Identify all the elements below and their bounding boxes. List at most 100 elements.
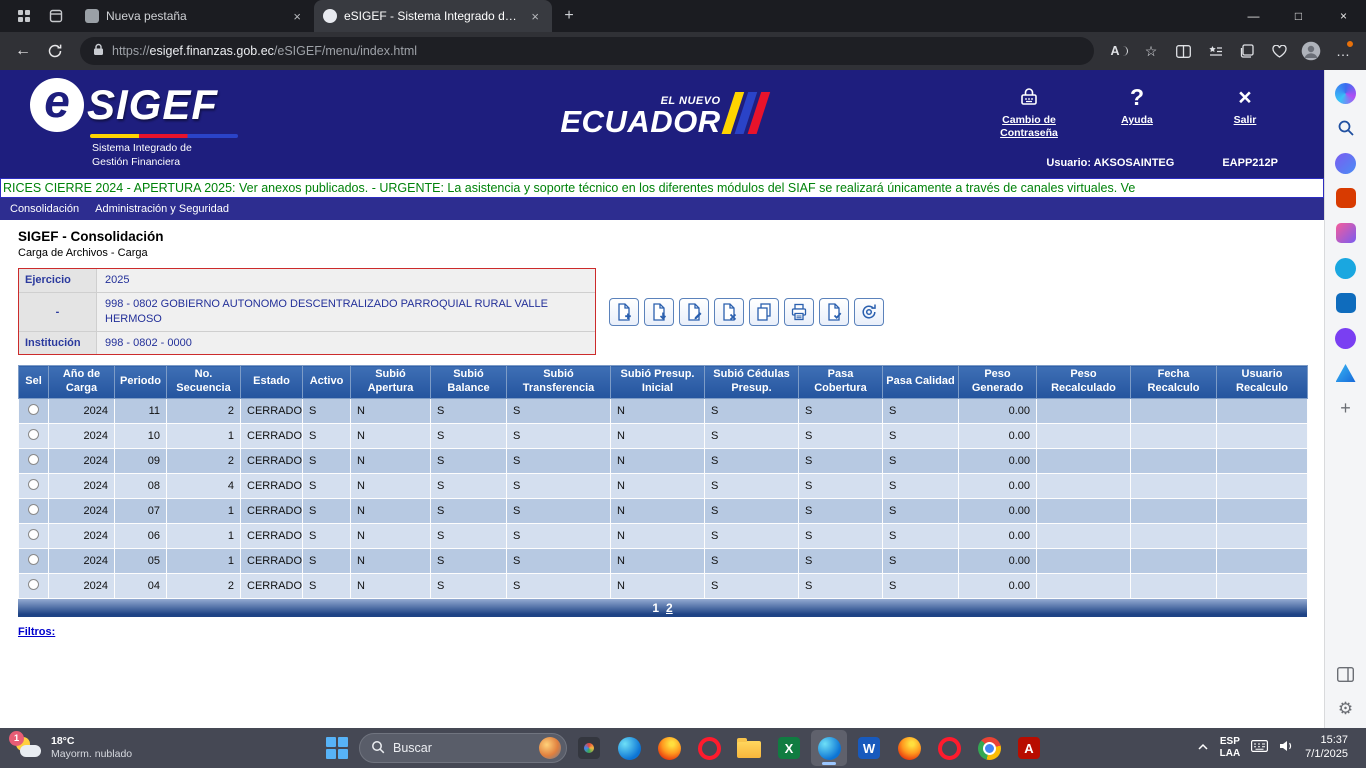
taskbar-explorer-button[interactable]: [731, 730, 767, 766]
shopping-icon[interactable]: [1335, 152, 1357, 174]
taskbar-search-box[interactable]: Buscar: [359, 733, 567, 763]
row-select-radio[interactable]: [28, 404, 39, 415]
tab-close-icon[interactable]: ×: [289, 9, 305, 24]
maximize-button[interactable]: □: [1276, 0, 1321, 32]
back-button[interactable]: ←: [8, 36, 38, 66]
row-select-radio[interactable]: [28, 479, 39, 490]
taskbar-excel-button[interactable]: X: [771, 730, 807, 766]
validate-file-button[interactable]: [679, 298, 709, 326]
row-select-radio[interactable]: [28, 554, 39, 565]
menu-administracion[interactable]: Administración y Seguridad: [95, 203, 229, 215]
change-password-link[interactable]: Cambio de Contraseña: [990, 82, 1068, 139]
taskbar-opera-button[interactable]: [691, 730, 727, 766]
table-cell: N: [611, 498, 705, 523]
weather-widget[interactable]: 1 18°C Mayorm. nublado: [10, 735, 132, 761]
table-cell: [1131, 423, 1217, 448]
filters-link[interactable]: Filtros:: [18, 626, 55, 638]
clock[interactable]: 15:37 7/1/2025: [1305, 734, 1348, 762]
minimize-button[interactable]: —: [1231, 0, 1276, 32]
games-icon[interactable]: [1335, 327, 1357, 349]
taskbar-chrome-button[interactable]: [971, 730, 1007, 766]
split-screen-icon[interactable]: [1168, 36, 1198, 66]
volume-icon[interactable]: [1279, 739, 1294, 757]
exit-link[interactable]: × Salir: [1206, 82, 1284, 139]
settings-ellipsis-icon[interactable]: …: [1328, 36, 1358, 66]
tab-nueva-pestana[interactable]: Nueva pestaña ×: [76, 0, 314, 32]
sidebar-settings-icon[interactable]: ⚙: [1335, 698, 1357, 720]
column-header: Usuario Recalculo: [1217, 366, 1308, 399]
collections-icon[interactable]: [1232, 36, 1262, 66]
table-cell: [1131, 398, 1217, 423]
browser-essentials-icon[interactable]: [1264, 36, 1294, 66]
clock-icon[interactable]: [1335, 257, 1357, 279]
sidebar-add-icon[interactable]: +: [1335, 397, 1357, 419]
read-aloud-icon[interactable]: A: [1104, 36, 1134, 66]
sidebar-panel-icon[interactable]: [1335, 663, 1357, 685]
taskbar-firefox2-button[interactable]: [891, 730, 927, 766]
row-select-radio[interactable]: [28, 579, 39, 590]
touch-keyboard-icon[interactable]: [1251, 739, 1268, 757]
close-button[interactable]: ×: [1321, 0, 1366, 32]
designer-icon[interactable]: [1335, 222, 1357, 244]
workspaces-icon[interactable]: [44, 4, 68, 28]
table-cell: 0.00: [959, 423, 1037, 448]
row-select-cell: [19, 473, 49, 498]
help-link[interactable]: ? Ayuda: [1098, 82, 1176, 139]
table-cell: S: [431, 498, 507, 523]
table-cell: S: [303, 548, 351, 573]
language-indicator[interactable]: ESP LAA: [1220, 736, 1241, 761]
sidebar-search-icon[interactable]: [1335, 117, 1357, 139]
page-title: SIGEF - Consolidación: [18, 229, 1324, 244]
print-button[interactable]: [784, 298, 814, 326]
table-row: 2024061CERRADOSNSSNSSS0.00: [19, 523, 1308, 548]
row-select-cell: [19, 398, 49, 423]
form-row-institucion: Institución 998 - 0802 - 0000: [19, 332, 595, 355]
new-tab-button[interactable]: +: [556, 3, 582, 29]
menu-consolidacion[interactable]: Consolidación: [10, 203, 79, 215]
taskbar-edge-button[interactable]: [611, 730, 647, 766]
favorites-hub-icon[interactable]: [1200, 36, 1230, 66]
copilot-icon[interactable]: [1335, 82, 1357, 104]
tab-esigef[interactable]: eSIGEF - Sistema Integrado de G ×: [314, 0, 552, 32]
search-refresh-button[interactable]: [854, 298, 884, 326]
tab-close-icon[interactable]: ×: [527, 9, 543, 24]
approve-file-button[interactable]: [819, 298, 849, 326]
taskbar-acrobat-button[interactable]: A: [1011, 730, 1047, 766]
drop-icon[interactable]: [1335, 362, 1357, 384]
browser-navbar: ← https://esigef.finanzas.gob.ec/eSIGEF/…: [0, 32, 1366, 70]
taskbar-firefox-button[interactable]: [651, 730, 687, 766]
table-cell: [1037, 498, 1131, 523]
row-select-radio[interactable]: [28, 429, 39, 440]
table-row: 2024051CERRADOSNSSNSSS0.00: [19, 548, 1308, 573]
system-tray: ESP LAA 15:37 7/1/2025: [1197, 734, 1356, 762]
taskbar-center: Buscar X W A: [319, 728, 1047, 768]
microsoft-365-icon[interactable]: [1335, 187, 1357, 209]
row-select-radio[interactable]: [28, 529, 39, 540]
taskbar-word-button[interactable]: W: [851, 730, 887, 766]
favorites-star-icon[interactable]: ☆: [1136, 36, 1166, 66]
outlook-icon[interactable]: [1335, 292, 1357, 314]
row-select-radio[interactable]: [28, 504, 39, 515]
form-value: 998 - 0802 - 0000: [97, 332, 595, 355]
new-file-button[interactable]: [609, 298, 639, 326]
delete-file-button[interactable]: [714, 298, 744, 326]
tab-actions-icon[interactable]: [12, 4, 36, 28]
address-bar[interactable]: https://esigef.finanzas.gob.ec/eSIGEF/me…: [80, 37, 1094, 65]
row-select-radio[interactable]: [28, 454, 39, 465]
save-file-button[interactable]: [644, 298, 674, 326]
column-header: Subió Balance: [431, 366, 507, 399]
tray-chevron-icon[interactable]: [1197, 739, 1209, 757]
profile-avatar[interactable]: [1296, 36, 1326, 66]
taskbar-opera2-button[interactable]: [931, 730, 967, 766]
column-header: Subió Transferencia: [507, 366, 611, 399]
taskbar-photos-button[interactable]: [571, 730, 607, 766]
window-controls: — □ ×: [1231, 0, 1366, 32]
lock-keyboard-icon: [1017, 82, 1041, 112]
column-header: Sel: [19, 366, 49, 399]
refresh-button[interactable]: [40, 36, 70, 66]
start-button[interactable]: [319, 730, 355, 766]
weather-icon: 1: [16, 737, 42, 759]
copy-file-button[interactable]: [749, 298, 779, 326]
taskbar-edge-active-button[interactable]: [811, 730, 847, 766]
page-number-link[interactable]: 2: [666, 601, 673, 615]
